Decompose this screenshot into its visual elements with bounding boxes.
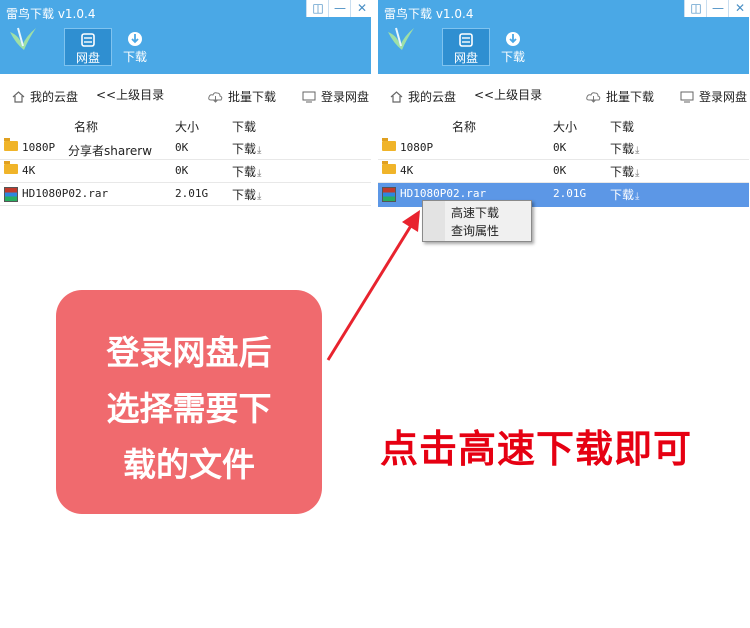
callout-box: 登录网盘后 选择需要下 载的文件	[56, 290, 322, 514]
callout-line: 登录网盘后	[106, 333, 272, 372]
instruction-text: 点击高速下载即可	[380, 427, 693, 471]
callout-line: 选择需要下	[106, 389, 272, 428]
callout-line: 载的文件	[123, 445, 255, 484]
